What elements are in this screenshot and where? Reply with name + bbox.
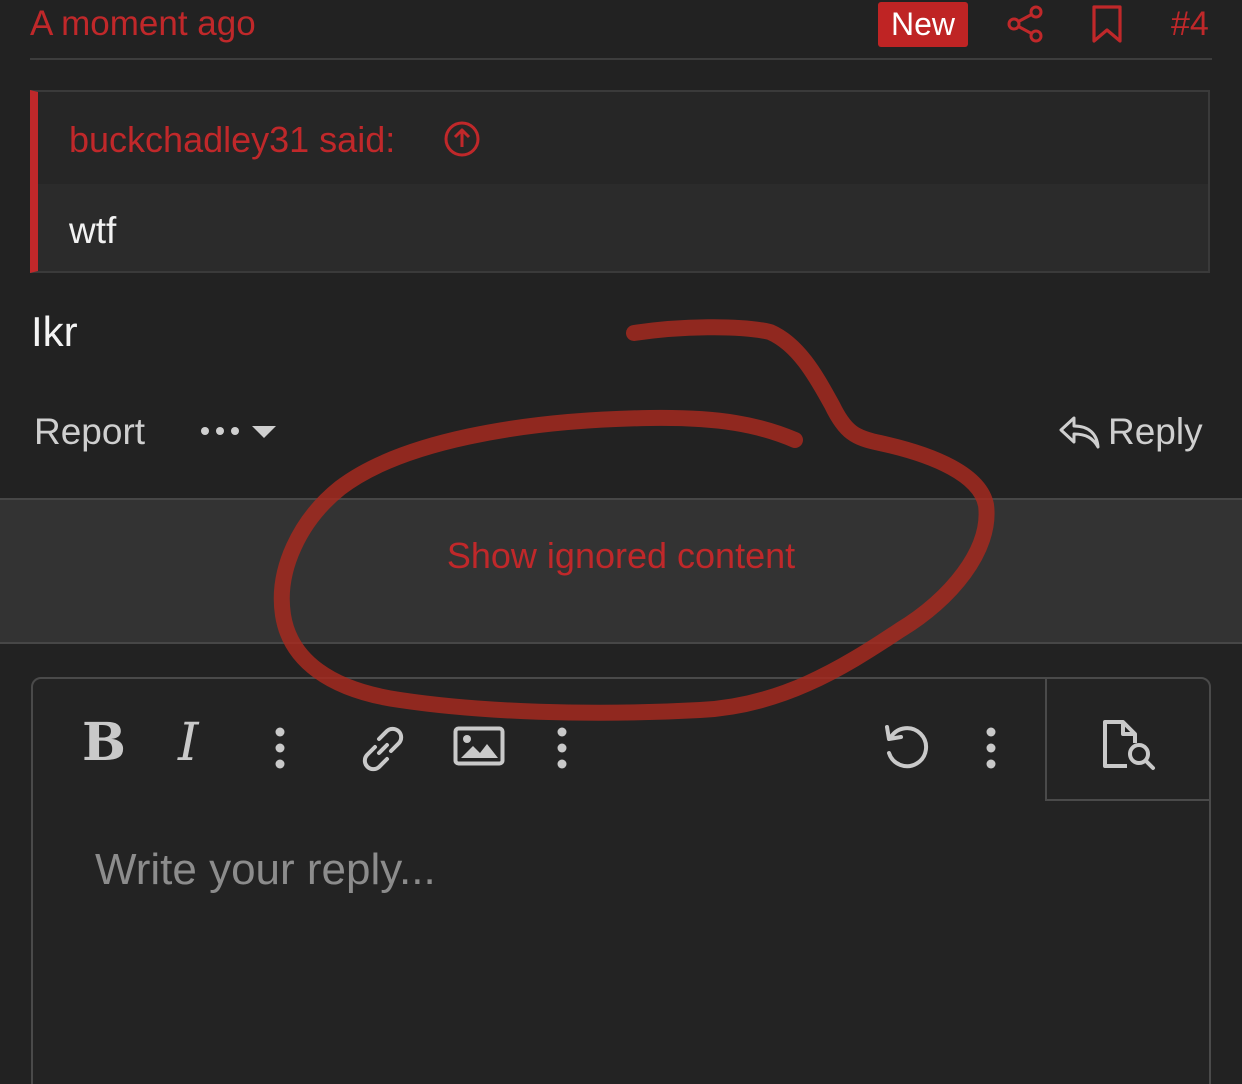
preview-icon — [1103, 720, 1155, 770]
post-message: Ikr — [31, 308, 78, 355]
reply-button[interactable]: Reply — [1058, 410, 1203, 454]
insert-link-button[interactable] — [355, 721, 411, 778]
insert-image-button[interactable] — [453, 726, 505, 771]
reply-editor: B I Write your reply... — [31, 677, 1211, 1084]
undo-button[interactable] — [881, 723, 933, 778]
reply-label: Reply — [1108, 411, 1203, 452]
ellipsis-icon — [201, 427, 239, 435]
quote-header: buckchadley31 said: — [38, 92, 1208, 184]
more-editor-options-button[interactable] — [984, 727, 998, 774]
ignored-content-bar: Show ignored content — [0, 498, 1242, 644]
quote-block: buckchadley31 said: wtf — [30, 90, 1210, 273]
reply-input-placeholder[interactable]: Write your reply... — [95, 845, 436, 895]
quote-author[interactable]: buckchadley31 said: — [69, 118, 395, 162]
post-number-link[interactable]: #4 — [1171, 4, 1209, 44]
post-timestamp[interactable]: A moment ago — [30, 4, 256, 44]
bold-button[interactable]: B — [82, 713, 126, 773]
caret-down-icon — [252, 426, 276, 438]
italic-button[interactable]: I — [178, 713, 199, 773]
reply-arrow-icon — [1059, 416, 1100, 449]
preview-button[interactable] — [1045, 679, 1211, 801]
report-button[interactable]: Report — [34, 410, 145, 454]
share-icon[interactable] — [1005, 4, 1045, 49]
post-header: A moment ago New #4 — [30, 0, 1212, 60]
quote-text: wtf — [69, 210, 117, 251]
undo-icon — [885, 725, 929, 769]
more-options-button[interactable] — [198, 418, 280, 448]
more-insert-options-button[interactable] — [555, 727, 569, 774]
link-icon — [362, 726, 404, 772]
arrow-up-circle-icon[interactable] — [443, 120, 481, 163]
more-vertical-icon — [557, 727, 567, 769]
show-ignored-content-link[interactable]: Show ignored content — [0, 534, 1242, 578]
image-icon — [453, 726, 505, 766]
more-vertical-icon — [275, 727, 285, 769]
more-text-options-button[interactable] — [273, 727, 287, 774]
more-vertical-icon — [986, 727, 996, 769]
bookmark-icon[interactable] — [1090, 4, 1124, 49]
new-badge: New — [878, 2, 968, 47]
